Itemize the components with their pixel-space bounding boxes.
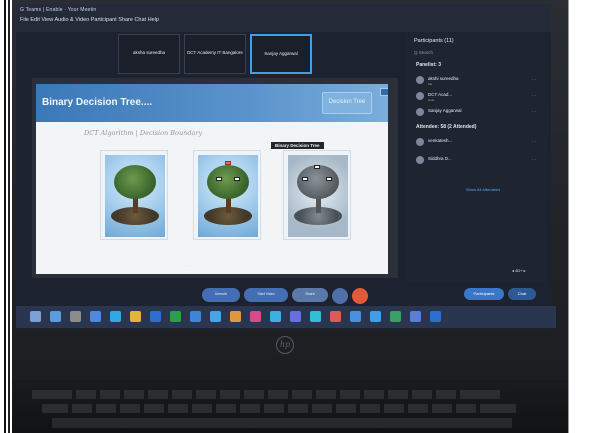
unmute-label: Unmute — [214, 292, 228, 296]
share-button[interactable]: Share — [292, 288, 328, 302]
chat-button-label: Chat — [517, 291, 527, 296]
tree-label: Binary Decision Tree — [271, 142, 324, 149]
attendee-row[interactable]: venkatesh... · · — [416, 136, 536, 148]
app-icon[interactable] — [410, 311, 421, 322]
app-icon[interactable] — [430, 311, 441, 322]
app-icon[interactable] — [350, 311, 361, 322]
tile-label: Sanjay Aggarwal — [264, 51, 298, 56]
app-icon[interactable] — [90, 311, 101, 322]
handwritten-note: DCT Algorithm | Decision Boundary — [84, 129, 203, 137]
app-icon[interactable] — [210, 311, 221, 322]
participant-search[interactable]: Q Search — [414, 50, 433, 55]
participants-button-label: Participants — [473, 291, 495, 296]
folder-icon[interactable] — [130, 311, 141, 322]
participant-name: Sanjay Aggarwal — [428, 108, 462, 113]
app-icon[interactable] — [370, 311, 381, 322]
shared-screen: Binary Decision Tree.... Decision Tree D… — [32, 78, 398, 278]
zoom-indicator: ◂ 4D+ ▸ — [512, 268, 526, 273]
mic-icon[interactable]: · · — [532, 157, 536, 162]
participant-row[interactable]: akshi sureedha Me · · — [416, 74, 536, 86]
start-icon[interactable] — [30, 311, 41, 322]
avatar — [416, 156, 424, 164]
attendee-name: Siddhra D... — [428, 156, 452, 161]
panel-title: Participants (11) — [414, 38, 454, 44]
app-icon[interactable] — [330, 311, 341, 322]
slide-header: Binary Decision Tree.... Decision Tree — [36, 84, 388, 122]
app-icon[interactable] — [390, 311, 401, 322]
app-icon[interactable] — [290, 311, 301, 322]
mic-icon[interactable]: · · — [532, 93, 536, 98]
participant-name: DCT Acad... — [428, 92, 453, 97]
tree-image — [283, 150, 351, 240]
tile-label: DCT Academy IT Bangalore — [187, 50, 243, 55]
participant-name: akshi sureedha — [428, 76, 459, 81]
avatar — [416, 108, 424, 116]
avatar — [416, 138, 424, 146]
os-taskbar — [16, 306, 556, 328]
app-icon[interactable] — [230, 311, 241, 322]
unmute-button[interactable]: Unmute — [202, 288, 240, 302]
participant-role: Host — [428, 98, 435, 102]
app-icon[interactable] — [150, 311, 161, 322]
attendee-name: venkatesh... — [428, 138, 453, 143]
app-icon[interactable] — [170, 311, 181, 322]
attendee-header[interactable]: Attendee: 58 (2 Attended) — [416, 124, 476, 130]
app-icon[interactable] — [190, 311, 201, 322]
avatar — [416, 92, 424, 100]
slide-title: Binary Decision Tree.... — [42, 97, 153, 108]
show-all-link[interactable]: Show All Attendees — [466, 187, 500, 192]
tile-label: aksha sureedha — [132, 50, 166, 55]
avatar — [416, 76, 424, 84]
video-tile-active[interactable]: Sanjay Aggarwal — [250, 34, 312, 74]
chat-button[interactable]: Chat — [508, 288, 536, 300]
image-left-rule — [4, 0, 6, 433]
video-strip: aksha sureedha DCT Academy IT Bangalore … — [118, 34, 318, 74]
participants-panel: Participants (11) Q Search Panelist: 3 a… — [406, 32, 546, 282]
video-tile[interactable]: aksha sureedha — [118, 34, 180, 74]
start-video-label: Start Video — [257, 292, 275, 296]
mic-icon[interactable]: · · — [532, 109, 536, 114]
more-icon[interactable] — [332, 288, 348, 304]
slide-tag-label: Decision Tree — [328, 99, 366, 105]
app-icon[interactable] — [50, 311, 61, 322]
participant-row[interactable]: Sanjay Aggarwal · · — [416, 106, 536, 118]
app-menubar: G Teams | Enable · Your Meetin File Edit… — [16, 4, 551, 32]
mic-icon[interactable]: · · — [532, 77, 536, 82]
close-icon[interactable] — [380, 88, 388, 96]
participants-button[interactable]: Participants — [464, 288, 504, 300]
end-call-icon[interactable] — [352, 288, 368, 304]
start-video-button[interactable]: Start Video — [244, 288, 288, 302]
image-right-border — [568, 0, 589, 433]
mic-icon[interactable]: · · — [532, 139, 536, 144]
laptop-keyboard — [12, 380, 568, 433]
tree-image — [193, 150, 261, 240]
attendee-row[interactable]: Siddhra D... · · — [416, 154, 536, 166]
slide-footer: · · · — [186, 264, 193, 269]
meeting-toolbar: Unmute Start Video Share — [202, 288, 392, 306]
menu-items[interactable]: File Edit View Audio & Video Participant… — [20, 17, 159, 23]
app-icon[interactable] — [70, 311, 81, 322]
app-icon[interactable] — [110, 311, 121, 322]
participant-role: Me — [428, 82, 433, 86]
tree-image — [100, 150, 168, 240]
app-icon[interactable] — [270, 311, 281, 322]
video-tile[interactable]: DCT Academy IT Bangalore — [184, 34, 246, 74]
window-title: G Teams | Enable · Your Meetin — [20, 7, 97, 13]
photo-frame: G Teams | Enable · Your Meetin File Edit… — [0, 0, 589, 433]
presentation-slide: Binary Decision Tree.... Decision Tree D… — [36, 84, 388, 274]
share-label: Share — [305, 292, 315, 296]
hp-logo: hp — [276, 336, 294, 354]
participant-row[interactable]: DCT Acad... Host · · — [416, 90, 536, 102]
laptop-screen: G Teams | Enable · Your Meetin File Edit… — [16, 4, 551, 329]
app-icon[interactable] — [250, 311, 261, 322]
panel-footer: Participants Chat — [464, 288, 544, 304]
app-icon[interactable] — [310, 311, 321, 322]
panelist-header[interactable]: Panelist: 3 — [416, 62, 441, 68]
slide-tag: Decision Tree — [322, 92, 372, 114]
